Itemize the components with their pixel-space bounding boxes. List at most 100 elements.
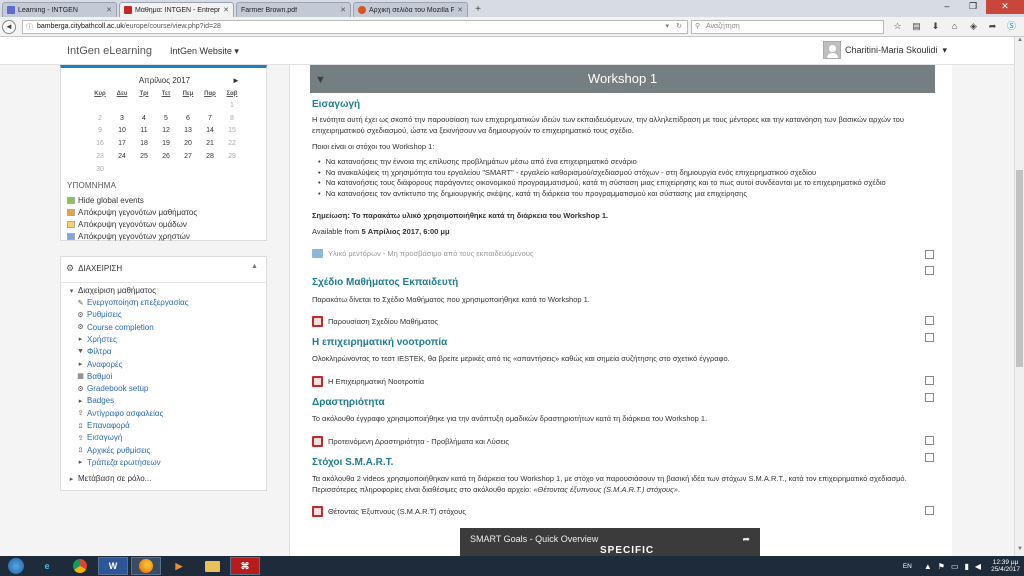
skype-icon[interactable]: Ⓢ xyxy=(1004,20,1019,34)
video-embed[interactable]: SMART Goals - Quick Overview ➦ SPECIFIC xyxy=(460,528,760,556)
legend-item[interactable]: Απόκρυψη γεγονότων μαθήματος xyxy=(67,208,197,217)
taskbar-pdf-icon[interactable]: ⌘ xyxy=(230,557,260,575)
section-header[interactable]: ▼ Workshop 1 xyxy=(310,65,935,93)
tree-item[interactable]: ⇫ Αρχικές ρυθμίσεις xyxy=(76,446,151,455)
scroll-up-icon[interactable]: ▲ xyxy=(1015,37,1024,47)
collapse-block-icon[interactable]: ▲ xyxy=(251,263,258,270)
folder-activity[interactable]: Υλικό μεντόρων - Μη προσβάσιμο από τους … xyxy=(312,249,534,258)
calendar-day[interactable]: 6 xyxy=(177,112,199,125)
calendar-day[interactable]: 14 xyxy=(199,125,221,138)
browser-tab[interactable]: Learning - INTGEN ✕ xyxy=(2,2,117,17)
close-tab-icon[interactable]: ✕ xyxy=(223,6,229,14)
activity-link[interactable]: Προτεινόμενη Δραστηριότητα - Προβλήματα … xyxy=(328,437,509,446)
legend-item[interactable]: Hide global events xyxy=(67,196,144,205)
tree-item[interactable]: ▼ Φίλτρα xyxy=(76,347,111,356)
share-icon[interactable]: ➦ xyxy=(985,20,1000,34)
smart-file-link[interactable]: «Θέτοντας έξυπνους (S.M.A.R.T.) στόχους» xyxy=(533,485,678,494)
start-button[interactable] xyxy=(3,557,29,575)
calendar-day[interactable]: 22 xyxy=(221,137,243,150)
calendar-day[interactable]: 13 xyxy=(177,125,199,138)
completion-checkbox[interactable] xyxy=(925,376,934,385)
pocket-icon[interactable]: ◈ xyxy=(966,20,981,34)
reading-list-icon[interactable]: ▤ xyxy=(909,20,924,34)
calendar-day[interactable]: 27 xyxy=(177,150,199,163)
close-tab-icon[interactable]: ✕ xyxy=(340,6,346,14)
url-bar[interactable]: ⓘ bamberga.citybathcoll.ac.uk/europe/cou… xyxy=(22,20,688,34)
network-icon[interactable]: ▮ xyxy=(965,562,969,571)
battery-icon[interactable]: ▭ xyxy=(951,562,959,571)
close-tab-icon[interactable]: ✕ xyxy=(106,6,112,14)
back-button[interactable]: ◄ xyxy=(2,20,16,34)
site-brand[interactable]: IntGen eLearning xyxy=(67,45,152,57)
calendar-day[interactable]: 24 xyxy=(111,150,133,163)
maximize-icon[interactable]: ❐ xyxy=(960,0,986,14)
dropdown-arrow-icon[interactable]: ▾ xyxy=(665,21,669,33)
completion-checkbox[interactable] xyxy=(925,316,934,325)
taskbar-explorer-icon[interactable] xyxy=(197,557,227,575)
clock[interactable]: 12:39 μμ 25/4/2017 xyxy=(991,559,1020,573)
calendar-day[interactable]: 25 xyxy=(133,150,155,163)
tree-item[interactable]: ⇫ Επαναφορά xyxy=(76,421,130,430)
calendar-day[interactable]: 16 xyxy=(89,137,111,150)
completion-checkbox[interactable] xyxy=(925,393,934,402)
reload-icon[interactable]: ↻ xyxy=(676,21,682,33)
bookmark-star-icon[interactable]: ☆ xyxy=(890,20,905,34)
calendar-day[interactable]: 17 xyxy=(111,137,133,150)
download-icon[interactable]: ⬇ xyxy=(928,20,943,34)
calendar-day[interactable]: 4 xyxy=(133,112,155,125)
language-indicator[interactable]: EN xyxy=(903,563,912,570)
calendar-day[interactable]: 8 xyxy=(221,112,243,125)
scroll-down-icon[interactable]: ▼ xyxy=(1015,546,1024,556)
calendar-day[interactable]: 19 xyxy=(155,137,177,150)
tree-item[interactable]: ⇪ Εισαγωγή xyxy=(76,433,123,442)
taskbar-media-icon[interactable]: ▶ xyxy=(164,557,194,575)
taskbar-word-icon[interactable]: W xyxy=(98,557,128,575)
minimize-icon[interactable]: – xyxy=(934,0,960,14)
legend-item[interactable]: Απόκρυψη γεγονότων χρηστών xyxy=(67,232,190,241)
site-info-icon[interactable]: ⓘ xyxy=(26,22,33,34)
tree-item[interactable]: ▸ Τράπεζα ερωτήσεων xyxy=(76,458,161,467)
completion-checkbox[interactable] xyxy=(925,333,934,342)
calendar-day[interactable]: 18 xyxy=(133,137,155,150)
calendar-day[interactable]: 20 xyxy=(177,137,199,150)
calendar-day[interactable]: 29 xyxy=(221,150,243,163)
calendar-day[interactable]: 26 xyxy=(155,150,177,163)
resource-activity[interactable]: Παρουσίαση Σχεδίου Μαθήματος xyxy=(312,316,438,327)
tree-item[interactable]: ✎ Ενεργοποίηση επεξεργασίας xyxy=(76,298,189,307)
calendar-day[interactable]: 9 xyxy=(89,125,111,138)
share-icon[interactable]: ➦ xyxy=(742,534,750,545)
activity-link[interactable]: Παρουσίαση Σχεδίου Μαθήματος xyxy=(328,317,438,326)
search-input[interactable]: ⚲ Αναζήτηση xyxy=(691,20,884,34)
tree-item[interactable]: ⚙ Ρυθμίσεις xyxy=(76,310,121,319)
completion-checkbox[interactable] xyxy=(925,453,934,462)
legend-item[interactable]: Απόκρυψη γεγονότων ομάδων xyxy=(67,220,187,229)
activity-link[interactable]: Η Επιχειρηματική Νοοτροπία xyxy=(328,377,424,386)
show-hidden-icons-icon[interactable]: ▲ xyxy=(924,562,932,571)
completion-checkbox[interactable] xyxy=(925,266,934,275)
collapse-section-icon[interactable]: ▼ xyxy=(315,66,326,94)
calendar-day[interactable]: 2 xyxy=(89,112,111,125)
page-scrollbar[interactable]: ▲ ▼ xyxy=(1014,37,1024,556)
home-icon[interactable]: ⌂ xyxy=(947,20,962,34)
completion-checkbox[interactable] xyxy=(925,506,934,515)
tree-item[interactable]: ⚙ Gradebook setup xyxy=(76,384,148,393)
user-menu[interactable]: Charitini-Maria Skoulidi ▾ xyxy=(823,41,947,59)
close-tab-icon[interactable]: ✕ xyxy=(457,6,463,14)
close-window-icon[interactable]: ✕ xyxy=(986,0,1024,14)
calendar-day[interactable]: 21 xyxy=(199,137,221,150)
new-tab-button[interactable]: + xyxy=(471,3,485,17)
tree-item[interactable]: ⇪ Αντίγραφο ασφαλείας xyxy=(76,409,164,418)
calendar-day[interactable]: 30 xyxy=(89,163,111,176)
calendar-day[interactable]: 3 xyxy=(111,112,133,125)
activity-link[interactable]: Θέτοντας Έξυπνους (S.M.A.R.T) στόχους xyxy=(328,507,466,516)
completion-checkbox[interactable] xyxy=(925,250,934,259)
browser-tab[interactable]: Farmer Brown.pdf ✕ xyxy=(236,2,351,17)
next-month-button[interactable]: ► xyxy=(232,76,240,85)
calendar-day[interactable]: 1 xyxy=(221,99,243,112)
calendar-day[interactable]: 28 xyxy=(199,150,221,163)
calendar-day[interactable]: 15 xyxy=(221,125,243,138)
tree-item[interactable]: ⚙ Course completion xyxy=(76,323,153,332)
scrollbar-thumb[interactable] xyxy=(1016,170,1023,367)
activity-link[interactable]: Υλικό μεντόρων - Μη προσβάσιμο από τους … xyxy=(328,249,534,258)
calendar-day[interactable]: 10 xyxy=(111,125,133,138)
